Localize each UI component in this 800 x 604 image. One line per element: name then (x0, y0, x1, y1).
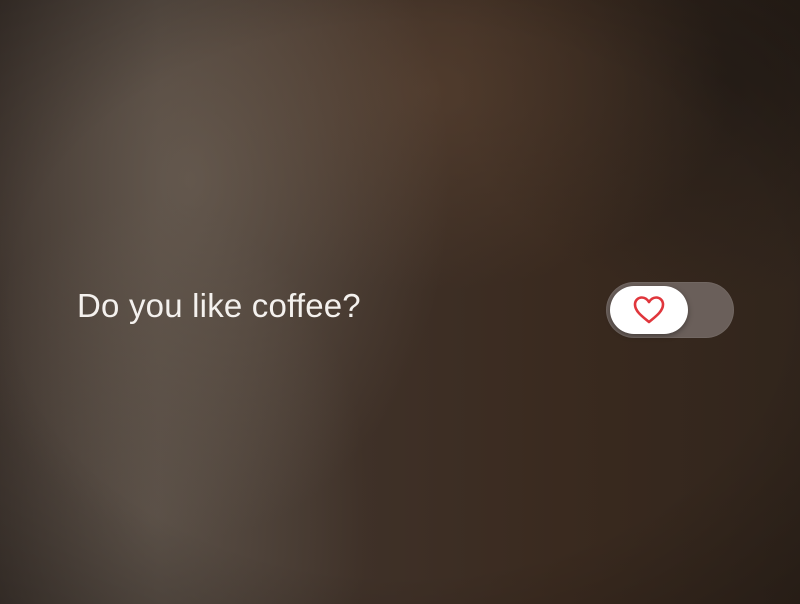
question-label: Do you like coffee? (77, 287, 361, 324)
heart-icon (633, 296, 665, 324)
like-coffee-toggle[interactable] (606, 282, 734, 338)
toggle-knob[interactable] (610, 286, 688, 334)
